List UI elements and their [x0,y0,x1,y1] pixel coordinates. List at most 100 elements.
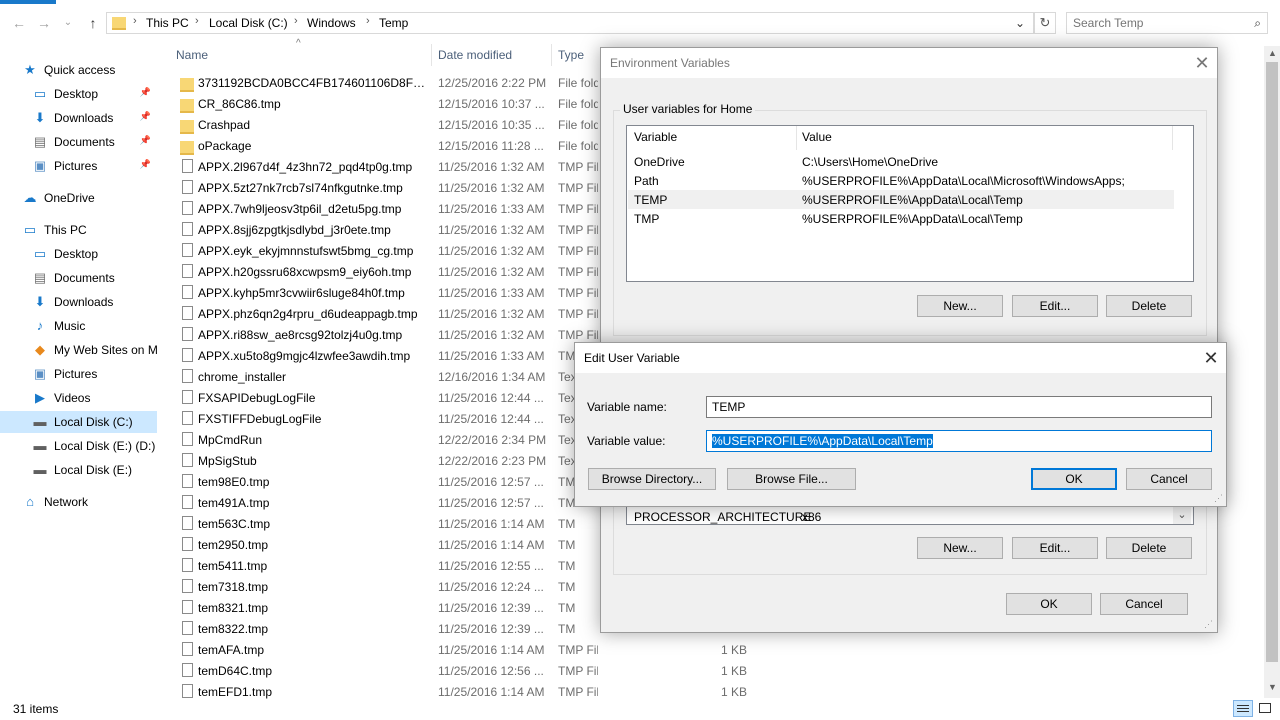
close-icon[interactable]: ✕ [1196,343,1226,373]
ribbon-file-tab-accent [0,0,56,4]
file-name: APPX.5zt27nk7rcb7sl74nfkgutnke.tmp [198,181,403,195]
back-arrow-icon[interactable]: ← [9,13,29,33]
forward-arrow-icon[interactable]: → [34,13,54,33]
file-type: TMP File [558,328,598,342]
nav-item[interactable]: ▬ Local Disk (E:) (D:) [0,435,157,457]
close-icon[interactable]: ✕ [1187,48,1217,78]
breadcrumb-temp[interactable]: Temp [379,16,408,30]
user-variable-row[interactable]: TEMP %USERPROFILE%\AppData\Local\Temp [628,190,1174,209]
nav-item[interactable]: ▭ Desktop [0,243,157,265]
large-icons-view-icon[interactable] [1256,700,1274,717]
scroll-up-arrow-icon[interactable]: ▲ [1268,48,1277,58]
resize-grip-icon[interactable]: ⋰ [1214,493,1223,504]
file-row[interactable]: temAFA.tmp 11/25/2016 1:14 AM TMP File 1 KB [158,640,758,661]
nav-item[interactable]: ⌂ Network [0,491,157,513]
user-variable-row[interactable]: TMP %USERPROFILE%\AppData\Local\Temp [628,209,1174,228]
computer-icon: ▭ [23,222,37,237]
system-variable-value[interactable]: x86 [802,510,821,524]
column-header-variable[interactable]: Variable [634,130,677,144]
system-edit-button[interactable]: Edit... [1012,537,1098,559]
file-type: TMP File [558,181,598,195]
user-edit-button[interactable]: Edit... [1012,295,1098,317]
nav-item[interactable]: ☁ OneDrive [0,187,157,209]
file-type: TMP File [558,202,598,216]
up-arrow-icon[interactable]: ↑ [83,13,103,33]
env-cancel-button[interactable]: Cancel [1100,593,1188,615]
nav-item[interactable]: ⬇ Downloads [0,291,157,313]
env-ok-button[interactable]: OK [1006,593,1092,615]
file-type: TM [558,622,576,636]
breadcrumb-this-pc[interactable]: This PC [146,16,189,30]
user-new-button[interactable]: New... [917,295,1003,317]
resize-grip-icon[interactable]: ⋰ [1204,619,1213,630]
browse-directory-button[interactable]: Browse Directory... [588,468,716,490]
search-input[interactable] [1073,16,1243,30]
file-type: File fold [558,139,598,153]
nav-item[interactable]: ⬇ Downloads 📌 [0,107,157,129]
details-view-icon[interactable] [1233,700,1253,717]
web-icon: ◆ [35,342,45,357]
documents-icon: ▤ [33,270,47,285]
variable-value-field[interactable]: %USERPROFILE%\AppData\Local\Temp [706,430,1212,452]
nav-item[interactable]: ▬ Local Disk (C:) [0,411,157,433]
breadcrumb-local-disk[interactable]: Local Disk (C:) [209,16,288,30]
column-header-name[interactable]: Name [176,48,208,62]
system-new-button[interactable]: New... [917,537,1003,559]
nav-item[interactable]: ▣ Pictures [0,363,157,385]
edit-cancel-button[interactable]: Cancel [1126,468,1212,490]
nav-item[interactable]: ★ Quick access [0,59,157,81]
scroll-down-arrow-icon[interactable]: ▼ [1268,682,1277,692]
pin-icon: 📌 [139,111,151,121]
user-delete-button[interactable]: Delete [1106,295,1192,317]
nav-item[interactable]: ▶ Videos [0,387,157,409]
user-variable-row[interactable]: Path %USERPROFILE%\AppData\Local\Microsof… [628,171,1174,190]
address-dropdown-chevron-icon[interactable]: ⌄ [1015,16,1025,30]
nav-item[interactable]: ▬ Local Disk (E:) [0,459,157,481]
file-icon [182,621,193,635]
nav-item-label: Quick access [44,63,116,77]
edit-ok-button[interactable]: OK [1031,468,1117,490]
file-date-modified: 11/25/2016 12:55 ... [438,559,544,573]
system-delete-button[interactable]: Delete [1106,537,1192,559]
scrollbar-thumb[interactable] [1266,62,1278,662]
drive-icon: ▬ [33,462,47,477]
column-header-type[interactable]: Type [558,48,584,62]
browse-file-button[interactable]: Browse File... [727,468,856,490]
column-divider[interactable] [796,126,797,150]
breadcrumb-windows[interactable]: Windows [307,16,356,30]
user-variables-list[interactable]: Variable Value OneDrive C:\Users\Home\One… [626,125,1194,282]
chevron-down-icon[interactable]: ⌄ [1173,506,1191,524]
user-variable-value: C:\Users\Home\OneDrive [802,155,939,169]
column-divider[interactable] [431,44,432,66]
refresh-icon[interactable]: ↻ [1034,12,1056,34]
user-variable-value: %USERPROFILE%\AppData\Local\Temp [802,193,1023,207]
column-header-date-modified[interactable]: Date modified [438,48,512,62]
user-variable-row[interactable]: OneDrive C:\Users\Home\OneDrive [628,152,1174,171]
file-type: TMP File [558,265,598,279]
file-icon [182,495,193,509]
file-row[interactable]: temD64C.tmp 11/25/2016 12:56 ... TMP File 1… [158,661,758,682]
nav-item[interactable]: ♪ Music [0,315,157,337]
nav-item[interactable]: ▭ Desktop 📌 [0,83,157,105]
column-divider[interactable] [1172,126,1173,150]
environment-variables-dialog: Environment Variables ✕ User variables f… [600,47,1218,633]
vertical-scrollbar[interactable]: ▲ ▼ [1264,46,1280,698]
address-toolbar: ← → ⌄ ↑ › This PC › Local Disk (C:) › Wi… [0,0,1280,46]
system-variable-name[interactable]: PROCESSOR_ARCHITECTURE [634,510,811,524]
column-divider[interactable] [551,44,552,66]
address-bar[interactable]: › This PC › Local Disk (C:) › Windows › … [106,12,1034,34]
nav-item[interactable]: ◆ My Web Sites on M [0,339,157,361]
search-icon[interactable]: ⌕ [1254,16,1261,31]
variable-name-field[interactable]: TEMP [706,396,1212,418]
nav-item[interactable]: ▭ This PC [0,219,157,241]
column-header-value[interactable]: Value [802,130,832,144]
pictures-icon: ▣ [33,158,47,173]
nav-item[interactable]: ▣ Pictures 📌 [0,155,157,177]
nav-item[interactable]: ▤ Documents [0,267,157,289]
file-name: APPX.phz6qn2g4rpru_d6udeappagb.tmp [198,307,418,321]
nav-item-label: Local Disk (E:) (D:) [54,439,156,453]
search-box[interactable]: ⌕ [1066,12,1268,34]
file-name: CR_86C86.tmp [198,97,281,111]
nav-item[interactable]: ▤ Documents 📌 [0,131,157,153]
recent-locations-chevron-icon[interactable]: ⌄ [58,13,78,33]
